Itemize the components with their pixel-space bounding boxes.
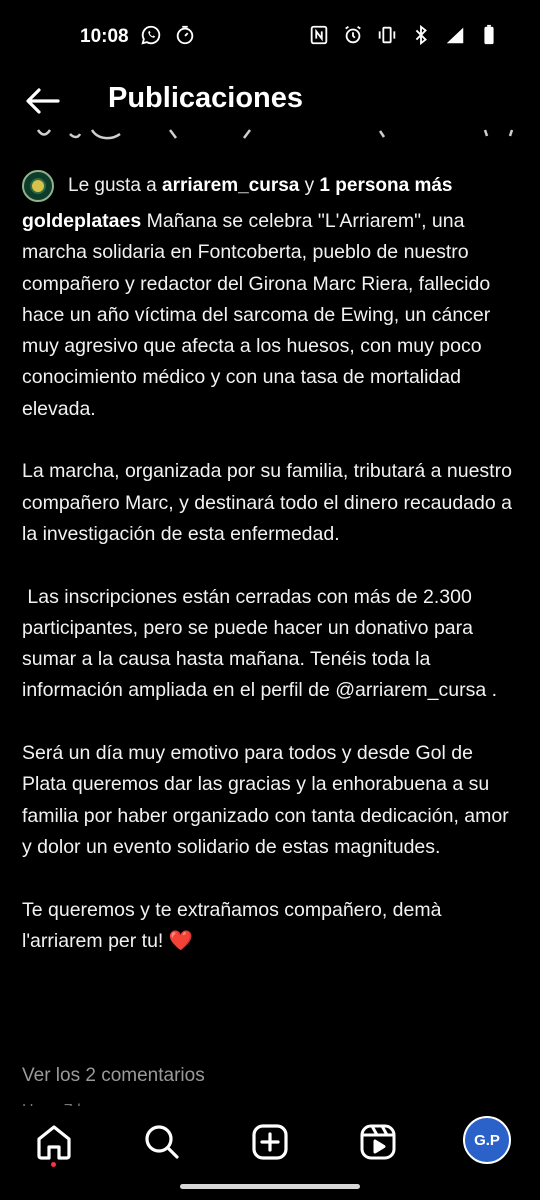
bluetooth-icon [410, 24, 432, 46]
likes-others[interactable]: 1 persona más [319, 175, 452, 197]
app-bar: Publicaciones [0, 72, 540, 130]
caption-text-1: Mañana se celebra "L'Arriarem", una marc… [22, 210, 491, 420]
nav-home[interactable] [34, 1122, 74, 1162]
caption-paragraph: La marcha, organizada por su familia, tr… [22, 460, 512, 545]
nav-search[interactable] [142, 1122, 182, 1162]
caption-paragraph: goldeplataes Mañana se celebra "L'Arriar… [22, 206, 522, 425]
battery-icon [478, 24, 500, 46]
post-username[interactable]: goldeplataes [22, 210, 141, 232]
caption-paragraph: Las inscripciones están cerradas con más… [22, 582, 522, 707]
timer-icon [174, 24, 196, 46]
vibrate-icon [376, 24, 398, 46]
profile-avatar[interactable]: G.P [463, 1116, 511, 1164]
liker-avatar[interactable] [22, 170, 54, 202]
notification-dot [51, 1162, 56, 1167]
post-caption: goldeplataes Mañana se celebra "L'Arriar… [22, 206, 522, 988]
search-icon [145, 1125, 179, 1159]
liker-username[interactable]: arriarem_cursa [162, 175, 299, 197]
caption-text-3-end: . [486, 679, 498, 702]
gesture-handle[interactable] [180, 1184, 360, 1189]
status-time: 10:08 [80, 26, 129, 47]
nav-reels[interactable] [358, 1122, 398, 1162]
likes-prefix: Le gusta a [68, 175, 157, 196]
whatsapp-icon [140, 24, 162, 46]
mention-link[interactable]: @arriarem_cursa [335, 679, 486, 701]
caption-paragraph: Será un día muy emotivo para todos y des… [22, 742, 509, 858]
view-comments-link[interactable]: Ver los 2 comentarios [22, 1065, 205, 1087]
create-icon [252, 1124, 288, 1160]
clipped-image-edge [0, 128, 540, 144]
alarm-icon [342, 24, 364, 46]
signal-5g-icon [444, 24, 466, 46]
bottom-navigation: G.P [0, 1108, 540, 1178]
page-title: Publicaciones [108, 82, 304, 114]
heart-emoji-icon: ❤️ [168, 929, 194, 952]
caption-paragraph: Te queremos y te extrañamos compañero, d… [22, 895, 522, 958]
nfc-icon [308, 24, 330, 46]
back-button[interactable] [22, 80, 64, 122]
home-icon [37, 1125, 71, 1160]
likes-connector: y [304, 175, 315, 196]
likes-summary[interactable]: Le gusta a arriarem_cursa y 1 persona má… [22, 170, 453, 202]
reels-icon [360, 1124, 396, 1160]
arrow-left-icon [26, 88, 60, 114]
post-timestamp: Hace 7 horas [22, 1096, 117, 1106]
status-bar: 10:08 [0, 0, 540, 72]
nav-create[interactable] [250, 1122, 290, 1162]
caption-text-5: Te queremos y te extrañamos compañero, d… [22, 898, 442, 952]
